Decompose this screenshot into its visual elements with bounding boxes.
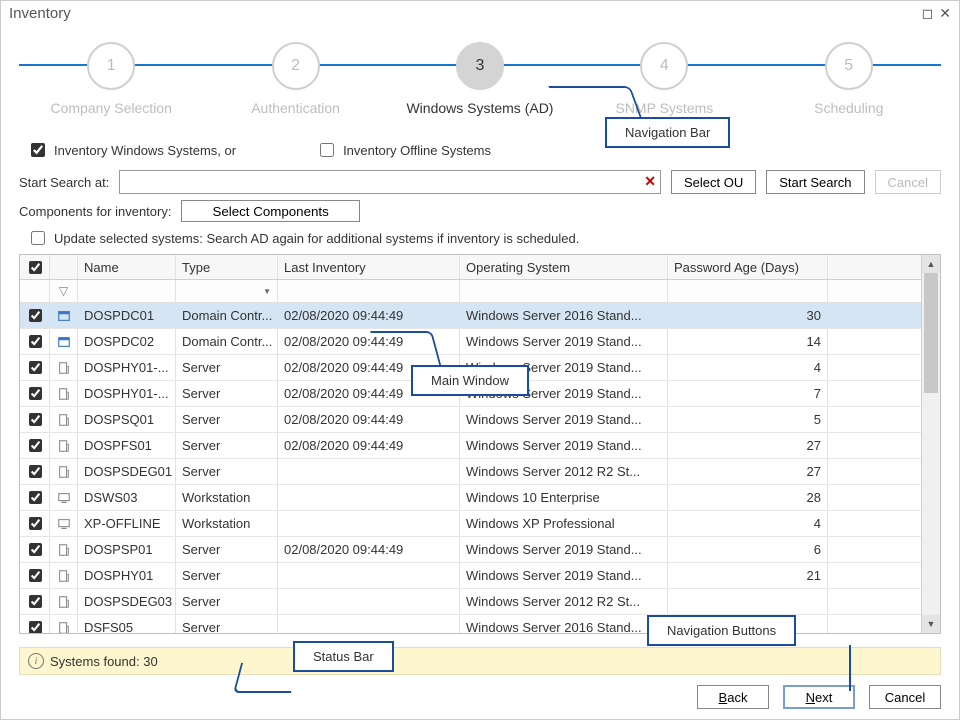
scroll-up-icon[interactable]: ▲: [922, 255, 940, 273]
col-os[interactable]: Operating System: [460, 255, 668, 279]
system-type-icon: [50, 407, 78, 432]
header-select-all[interactable]: [20, 255, 50, 279]
system-type-icon: [50, 329, 78, 354]
table-row[interactable]: DOSPSDEG03 Server Windows Server 2012 R2…: [20, 589, 921, 615]
table-row[interactable]: DOSPDC01 Domain Contr... 02/08/2020 09:4…: [20, 303, 921, 329]
col-password-age[interactable]: Password Age (Days): [668, 255, 828, 279]
clear-search-icon[interactable]: ✕: [644, 173, 656, 190]
system-type-icon: [50, 459, 78, 484]
system-type-icon: [50, 537, 78, 562]
col-last-inventory[interactable]: Last Inventory: [278, 255, 460, 279]
close-icon[interactable]: ✕: [939, 5, 951, 22]
window-title: Inventory: [9, 5, 71, 22]
title-bar: Inventory ◻ ✕: [1, 1, 959, 26]
system-type-icon: [50, 303, 78, 328]
wizard-stepper: 1 Company Selection 2 Authentication 3 Win…: [19, 42, 941, 122]
start-search-label: Start Search at:: [19, 175, 109, 190]
table-row[interactable]: DOSPDC02 Domain Contr... 02/08/2020 09:4…: [20, 329, 921, 355]
grid-header: Name Type Last Inventory Operating Syste…: [20, 255, 921, 280]
table-row[interactable]: XP-OFFLINE Workstation Windows XP Profes…: [20, 511, 921, 537]
grid-filter-row[interactable]: ▽ ▼: [20, 280, 921, 303]
system-type-icon: [50, 511, 78, 536]
status-text: Systems found: 30: [50, 654, 158, 669]
inventory-windows-checkbox[interactable]: Inventory Windows Systems, or: [27, 140, 236, 160]
next-button[interactable]: Next: [783, 685, 855, 709]
callout-main-window: Main Window: [411, 365, 529, 396]
step-1-circle[interactable]: 1: [87, 42, 135, 90]
system-type-icon: [50, 615, 78, 633]
table-row[interactable]: DOSPSQ01 Server 02/08/2020 09:44:49 Wind…: [20, 407, 921, 433]
start-search-input[interactable]: ✕: [119, 170, 661, 194]
system-type-icon: [50, 381, 78, 406]
components-label: Components for inventory:: [19, 204, 171, 219]
inventory-offline-checkbox[interactable]: Inventory Offline Systems: [316, 140, 491, 160]
table-row[interactable]: DSWS03 Workstation Windows 10 Enterprise…: [20, 485, 921, 511]
step-2-circle[interactable]: 2: [272, 42, 320, 90]
cancel-button[interactable]: Cancel: [869, 685, 941, 709]
info-icon: i: [28, 653, 44, 669]
maximize-icon[interactable]: ◻: [922, 5, 934, 22]
start-search-button[interactable]: Start Search: [766, 170, 864, 194]
callout-navigation-buttons: Navigation Buttons: [647, 615, 796, 646]
system-type-icon: [50, 485, 78, 510]
table-row[interactable]: DOSPSDEG01 Server Windows Server 2012 R2…: [20, 459, 921, 485]
vertical-scrollbar[interactable]: ▲ ▼: [921, 255, 940, 633]
step-3-circle[interactable]: 3: [456, 42, 504, 90]
select-ou-button[interactable]: Select OU: [671, 170, 756, 194]
step-3-label: Windows Systems (AD): [406, 100, 553, 116]
cancel-search-button: Cancel: [875, 170, 941, 194]
callout-status-bar: Status Bar: [293, 641, 394, 672]
update-selected-checkbox[interactable]: Update selected systems: Search AD again…: [27, 228, 941, 248]
table-row[interactable]: DOSPSP01 Server 02/08/2020 09:44:49 Wind…: [20, 537, 921, 563]
system-type-icon: [50, 355, 78, 380]
filter-icon[interactable]: ▽: [59, 284, 68, 298]
step-1-label: Company Selection: [50, 100, 171, 116]
step-4-circle[interactable]: 4: [640, 42, 688, 90]
back-button[interactable]: Back: [697, 685, 769, 709]
navigation-buttons: Back Next Cancel: [697, 685, 941, 709]
status-bar: i Systems found: 30: [19, 647, 941, 675]
table-row[interactable]: DOSPFS01 Server 02/08/2020 09:44:49 Wind…: [20, 433, 921, 459]
col-name[interactable]: Name: [78, 255, 176, 279]
select-components-button[interactable]: Select Components: [181, 200, 359, 222]
scroll-thumb[interactable]: [924, 273, 938, 393]
scroll-down-icon[interactable]: ▼: [922, 615, 940, 633]
step-2-label: Authentication: [251, 100, 340, 116]
col-type[interactable]: Type: [176, 255, 278, 279]
system-type-icon: [50, 433, 78, 458]
system-type-icon: [50, 563, 78, 588]
table-row[interactable]: DOSPHY01 Server Windows Server 2019 Stan…: [20, 563, 921, 589]
step-5-label: Scheduling: [814, 100, 883, 116]
system-type-icon: [50, 589, 78, 614]
callout-navigation-bar: Navigation Bar: [605, 117, 730, 148]
systems-grid: Name Type Last Inventory Operating Syste…: [19, 254, 941, 634]
type-filter-dropdown-icon[interactable]: ▼: [263, 287, 271, 296]
step-5-circle[interactable]: 5: [825, 42, 873, 90]
